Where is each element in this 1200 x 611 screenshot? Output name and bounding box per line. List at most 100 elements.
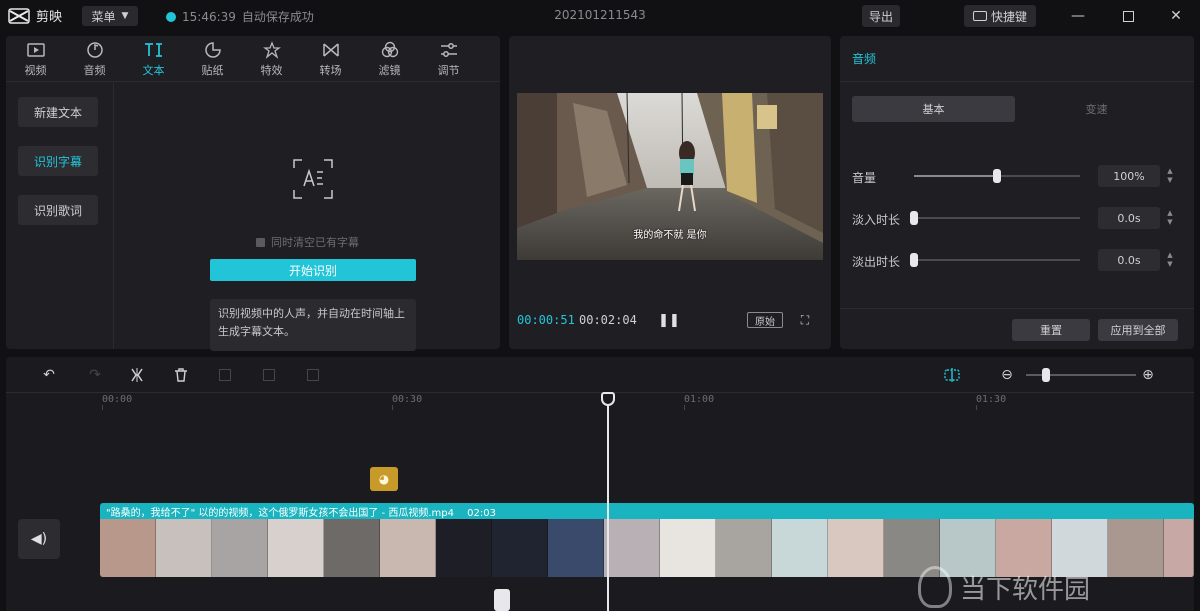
redo-icon: ↷ [89, 367, 101, 383]
clip-trim-handle[interactable] [494, 589, 510, 611]
fade-in-stepper[interactable]: ▲ ▼ [1164, 207, 1176, 229]
ruler-tick [102, 405, 103, 410]
fade-out-row: 淡出时长 0.0s ▲ ▼ [852, 249, 1182, 271]
volume-slider[interactable] [914, 169, 1080, 183]
stepper-up-icon: ▲ [1167, 167, 1173, 175]
close-button[interactable]: ✕ [1166, 6, 1186, 26]
apply-all-button[interactable]: 应用到全部 [1098, 319, 1178, 341]
crop-button[interactable] [260, 366, 278, 384]
properties-title: 音频 [852, 52, 877, 66]
maximize-button[interactable] [1118, 6, 1138, 26]
tab-speed[interactable]: 变速 [1015, 96, 1178, 122]
project-title: 202101211543 [554, 8, 646, 22]
tab-effects[interactable]: 特效 [242, 36, 301, 82]
keyboard-icon [972, 11, 987, 21]
fullscreen-icon: ⛶ [800, 312, 810, 327]
text-icon [144, 42, 162, 57]
video-preview[interactable]: 我的命不就 是你 [517, 93, 823, 260]
tab-sticker[interactable]: 贴纸 [183, 36, 242, 82]
track-audio-toggle[interactable]: ◀) [18, 519, 60, 559]
adjust-icon [440, 42, 457, 57]
volume-slider-handle[interactable] [993, 169, 1001, 183]
chevron-down-icon: ▼ [121, 11, 129, 21]
clip-thumbnail [268, 519, 324, 577]
tab-audio[interactable]: 音频 [65, 36, 124, 82]
zoom-out-button[interactable]: ⊖ [998, 366, 1016, 384]
reset-button[interactable]: 重置 [1012, 319, 1090, 341]
fade-in-label: 淡入时长 [852, 213, 901, 227]
clear-existing-checkbox[interactable]: 同时清空已有字幕 [256, 234, 359, 250]
volume-value[interactable]: 100% [1098, 165, 1160, 187]
clip-thumbnail [100, 519, 156, 577]
tab-video[interactable]: 视频 [6, 36, 65, 82]
close-icon: ✕ [1170, 8, 1182, 24]
clip-thumbnail [772, 519, 828, 577]
start-recognize-button[interactable]: 开始识别 [210, 259, 416, 281]
fade-out-slider[interactable] [910, 253, 1080, 267]
tab-basic[interactable]: 基本 [852, 96, 1015, 122]
save-time: 15:46:39 [182, 9, 236, 24]
clip-duration: 02:03 [467, 508, 496, 519]
freeze-icon [219, 369, 231, 381]
capcut-logo-icon [8, 7, 30, 24]
zoom-slider-handle[interactable] [1042, 368, 1050, 382]
pause-icon: ❚❚ [658, 312, 680, 328]
tab-filter[interactable]: 滤镜 [360, 36, 419, 82]
fade-out-stepper[interactable]: ▲ ▼ [1164, 249, 1176, 271]
tab-transition[interactable]: 转场 [301, 36, 360, 82]
checkbox-icon [256, 237, 265, 247]
minimize-button[interactable]: — [1068, 6, 1088, 26]
watermark-logo-icon [918, 566, 952, 608]
mirror-icon [307, 369, 319, 381]
total-time: 00:02:04 [579, 313, 637, 327]
fade-in-slider-handle[interactable] [910, 211, 918, 225]
app-name: 剪映 [36, 10, 63, 25]
redo-button[interactable]: ↷ [86, 366, 104, 384]
ruler-label: 01:30 [976, 394, 1007, 405]
clip-thumbnail [324, 519, 380, 577]
menu-button[interactable]: 菜单 ▼ [82, 6, 138, 26]
stepper-down-icon: ▼ [1167, 218, 1173, 226]
mirror-button[interactable] [304, 366, 322, 384]
fade-in-value[interactable]: 0.0s [1098, 207, 1160, 229]
fade-in-row: 淡入时长 0.0s ▲ ▼ [852, 207, 1182, 229]
volume-row: 音量 100% ▲ ▼ [852, 165, 1182, 187]
fade-out-slider-handle[interactable] [910, 253, 918, 267]
shortcut-button[interactable]: 快捷键 [964, 5, 1036, 27]
sticker-icon: ◕ [378, 472, 390, 486]
sidebar-item-recognize-subtitle[interactable]: 识别字幕 [18, 146, 98, 176]
zoom-in-icon: ⊕ [1142, 367, 1154, 383]
app-logo: 剪映 [8, 6, 62, 25]
playhead[interactable] [607, 401, 609, 611]
zoom-in-button[interactable]: ⊕ [1139, 366, 1157, 384]
fade-out-label: 淡出时长 [852, 255, 901, 269]
fade-out-value[interactable]: 0.0s [1098, 249, 1160, 271]
volume-stepper[interactable]: ▲ ▼ [1164, 165, 1176, 187]
clip-thumbnail [380, 519, 436, 577]
tab-label: 调节 [437, 63, 460, 77]
fullscreen-button[interactable]: ⛶ [797, 312, 813, 328]
stepper-up-icon: ▲ [1167, 209, 1173, 217]
delete-button[interactable] [172, 366, 190, 384]
text-sidebar: 新建文本 识别字幕 识别歌词 [6, 83, 114, 349]
pause-button[interactable]: ❚❚ [658, 312, 680, 328]
snap-toggle[interactable] [943, 366, 961, 384]
clip-thumbnail [212, 519, 268, 577]
aspect-ratio-button[interactable]: 原始 [747, 312, 783, 328]
export-button[interactable]: 导出 [862, 5, 900, 27]
fade-in-slider[interactable] [910, 211, 1080, 225]
preview-panel: 我的命不就 是你 00:00:51 00:02:04 ❚❚ 原始 ⛶ [509, 36, 831, 349]
undo-button[interactable]: ↶ [40, 366, 58, 384]
sidebar-item-new-text[interactable]: 新建文本 [18, 97, 98, 127]
freeze-button[interactable] [216, 366, 234, 384]
split-button[interactable] [128, 366, 146, 384]
clip-thumbnail [660, 519, 716, 577]
tab-text[interactable]: 文本 [124, 36, 183, 82]
split-icon [131, 368, 143, 382]
tab-adjust[interactable]: 调节 [419, 36, 478, 82]
stepper-down-icon: ▼ [1167, 176, 1173, 184]
volume-slider-fill [914, 175, 997, 177]
playhead-handle[interactable] [601, 392, 615, 406]
sticker-clip[interactable]: ◕ [370, 467, 398, 491]
sidebar-item-recognize-lyrics[interactable]: 识别歌词 [18, 195, 98, 225]
